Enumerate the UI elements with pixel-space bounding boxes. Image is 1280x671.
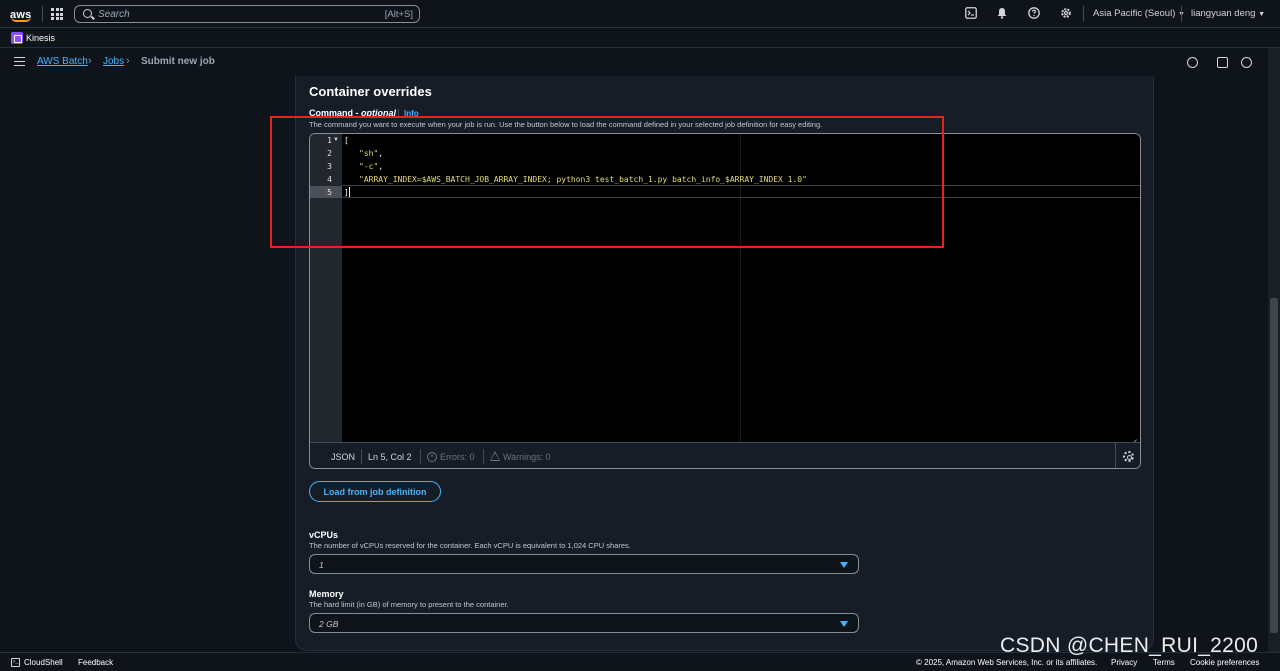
region-label: Asia Pacific (Seoul)	[1093, 8, 1176, 19]
cloudshell-icon: >_	[11, 658, 20, 667]
breadcrumb-bar: AWS Batch › Jobs › Submit new job	[0, 48, 1268, 76]
info-panel-icon[interactable]	[1187, 57, 1198, 68]
search-placeholder: Search	[98, 9, 130, 20]
caret-down-icon	[840, 621, 848, 627]
page-scrollbar[interactable]	[1268, 48, 1280, 653]
divider	[1181, 6, 1182, 22]
scrollbar-thumb[interactable]	[1270, 298, 1278, 633]
menu-icon[interactable]	[14, 57, 25, 66]
region-selector[interactable]: Asia Pacific (Seoul) ▼	[1093, 8, 1185, 19]
editor-status-bar: JSON Ln 5, Col 2 × Errors: 0 Warnings: 0	[310, 442, 1140, 468]
divider	[361, 449, 362, 464]
privacy-link[interactable]: Privacy	[1111, 658, 1137, 667]
caret-down-icon	[840, 562, 848, 568]
kinesis-icon	[11, 32, 23, 44]
feedback-icon[interactable]	[1241, 57, 1252, 68]
divider	[483, 449, 484, 464]
split-panel-icon[interactable]	[1217, 57, 1228, 68]
memory-label: Memory	[309, 589, 344, 599]
cursor-position: Ln 5, Col 2	[368, 452, 412, 462]
cloudshell-link[interactable]: CloudShell	[24, 658, 63, 667]
feedback-link[interactable]: Feedback	[78, 658, 113, 667]
editor-language: JSON	[331, 452, 356, 462]
warnings-count[interactable]: Warnings: 0	[503, 452, 551, 462]
chevron-right-icon: ›	[88, 55, 92, 67]
help-icon[interactable]	[1027, 7, 1041, 21]
breadcrumb-aws-batch[interactable]: AWS Batch	[37, 56, 88, 67]
copyright-text: © 2025, Amazon Web Services, Inc. or its…	[916, 658, 1098, 667]
service-favorites-bar: Kinesis	[0, 28, 1280, 48]
divider	[42, 6, 43, 22]
errors-count[interactable]: Errors: 0	[440, 452, 475, 462]
search-input[interactable]: Search [Alt+S]	[74, 5, 420, 23]
cloudshell-icon[interactable]	[964, 7, 978, 21]
load-from-job-definition-button[interactable]: Load from job definition	[309, 481, 441, 502]
error-icon: ×	[427, 452, 437, 462]
editor-preferences-button[interactable]	[1115, 443, 1140, 468]
services-menu-icon[interactable]	[51, 8, 63, 20]
divider	[420, 449, 421, 464]
vcpus-value: 1	[319, 560, 324, 570]
memory-description: The hard limit (in GB) of memory to pres…	[309, 600, 509, 609]
search-shortcut: [Alt+S]	[384, 9, 413, 20]
breadcrumb-current: Submit new job	[141, 56, 215, 67]
resize-handle-icon[interactable]	[1129, 432, 1137, 440]
user-name: liangyuan deng	[1191, 8, 1256, 19]
top-navigation: aws Search [Alt+S] Asia Pacific (Seoul) …	[0, 0, 1280, 28]
breadcrumb-jobs[interactable]: Jobs	[103, 56, 124, 67]
aws-smile-icon	[11, 17, 31, 22]
memory-select[interactable]: 2 GB	[309, 613, 859, 633]
bell-icon[interactable]	[995, 7, 1009, 21]
settings-icon	[1123, 451, 1134, 462]
aws-logo[interactable]: aws	[10, 5, 34, 23]
cookie-preferences-link[interactable]: Cookie preferences	[1190, 658, 1259, 667]
section-title: Container overrides	[309, 84, 432, 99]
chevron-right-icon: ›	[126, 55, 130, 67]
terms-link[interactable]: Terms	[1153, 658, 1175, 667]
kinesis-shortcut[interactable]: Kinesis	[26, 33, 55, 43]
warning-icon	[490, 451, 500, 461]
chevron-down-icon: ▼	[1258, 11, 1266, 18]
divider	[1083, 6, 1084, 22]
vcpus-label: vCPUs	[309, 530, 339, 540]
user-menu[interactable]: liangyuan deng ▼	[1191, 8, 1265, 19]
search-icon	[83, 9, 92, 18]
annotation-highlight-box	[270, 116, 944, 248]
vcpus-select[interactable]: 1	[309, 554, 859, 574]
settings-icon[interactable]	[1059, 7, 1073, 21]
watermark: CSDN @CHEN_RUI_2200	[1000, 634, 1259, 657]
memory-value: 2 GB	[319, 619, 339, 629]
vcpus-description: The number of vCPUs reserved for the con…	[309, 541, 631, 550]
